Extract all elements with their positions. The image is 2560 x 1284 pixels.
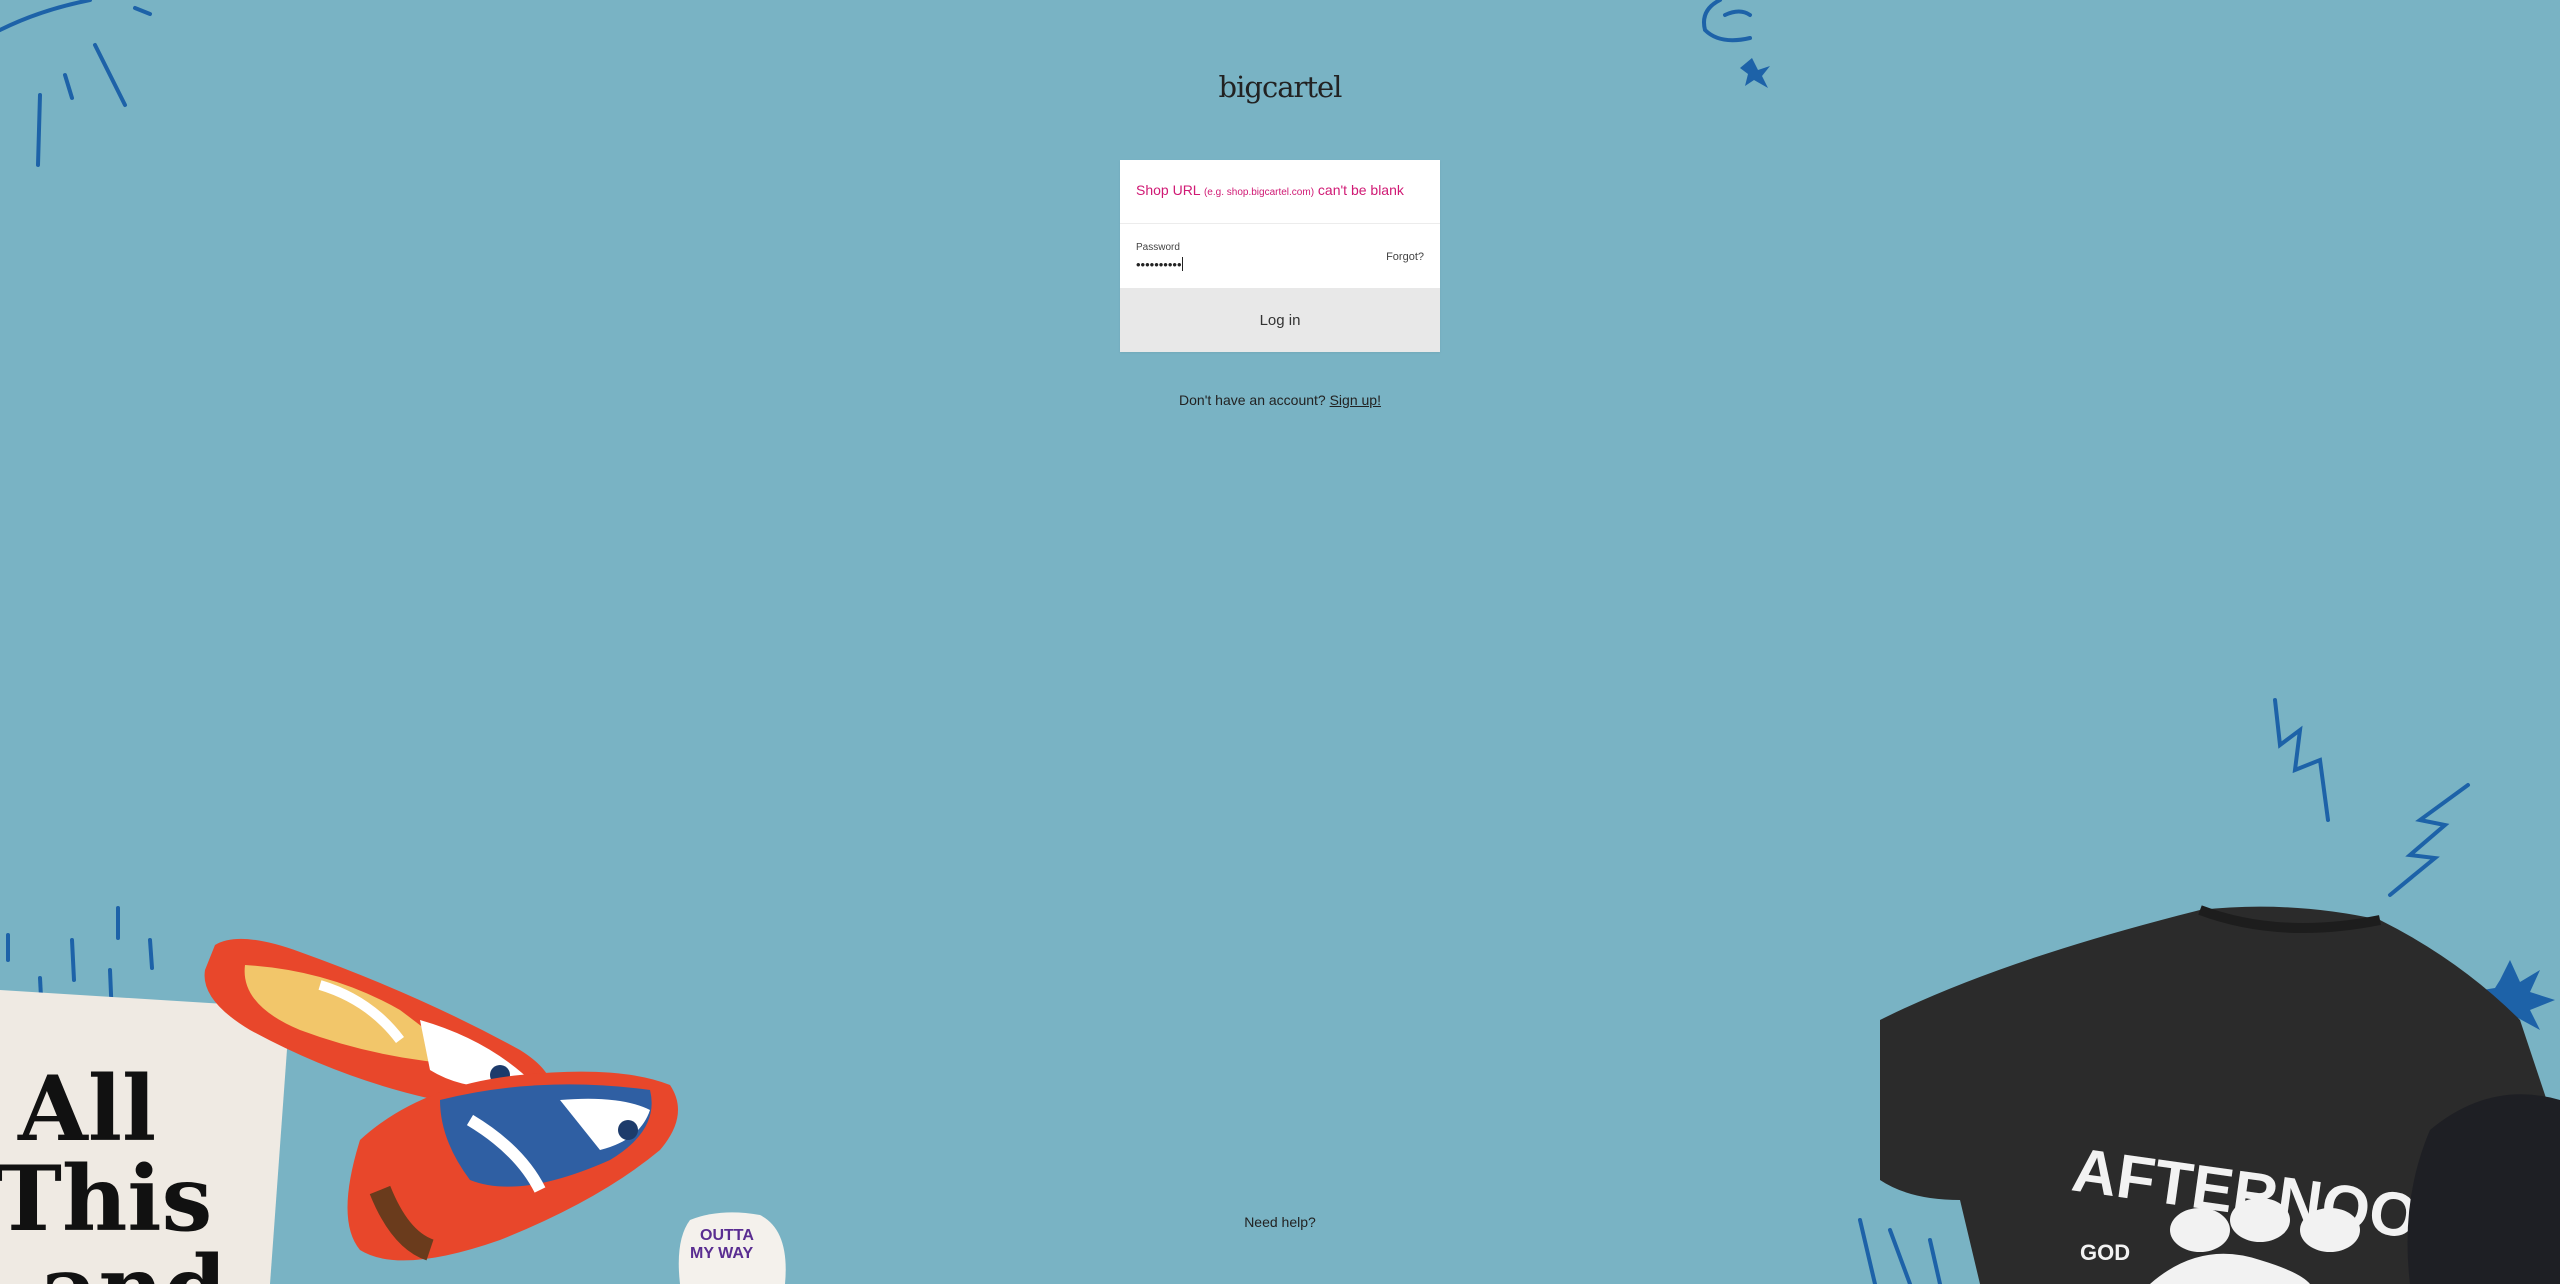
password-label: Password [1136,242,1180,253]
forgot-password-link[interactable]: Forgot? [1386,251,1424,263]
login-form: Shop URL (e.g. shop.bigcartel.com) can't… [1120,160,1440,352]
top-right-doodle-icon [1702,0,1770,88]
bigcartel-logo: bigcartel [1218,70,1343,104]
password-masked-value: •••••••••• [1136,257,1182,272]
shoe-icon [347,1071,678,1261]
sticker-icon: OUTTA MY WAY [678,1212,786,1284]
right-zigzag-doodle-icon [2273,698,2470,897]
shop-url-error: Shop URL (e.g. shop.bigcartel.com) can't… [1136,182,1404,198]
shop-url-error-example: (e.g. shop.bigcartel.com) [1203,187,1315,198]
login-button[interactable]: Log in [1120,288,1440,352]
password-input[interactable]: •••••••••• [1136,257,1183,272]
tshirt-text-line-2: GOD [2080,1240,2130,1265]
text-caret [1181,257,1183,271]
shop-url-field[interactable]: Shop URL (e.g. shop.bigcartel.com) can't… [1120,160,1440,224]
signup-prompt: Don't have an account? Sign up! [0,392,2560,408]
signup-link[interactable]: Sign up! [1330,392,1381,408]
signup-prompt-text: Don't have an account? [1179,392,1326,408]
top-left-doodle-icon [0,0,152,167]
poster-text-line-3: and [40,1236,227,1284]
sticker-text-line-2: MY WAY [690,1245,753,1262]
bottom-left-artwork: All This and OUTTA MY WAY [0,906,786,1284]
shop-url-error-message: can't be blank [1317,182,1404,198]
shop-url-error-label: Shop URL [1136,182,1201,198]
bottom-right-artwork: AFTERNOON GOD [1858,905,2560,1284]
password-field[interactable]: Password •••••••••• Forgot? [1120,224,1440,288]
sticker-text-line-1: OUTTA [700,1227,754,1244]
